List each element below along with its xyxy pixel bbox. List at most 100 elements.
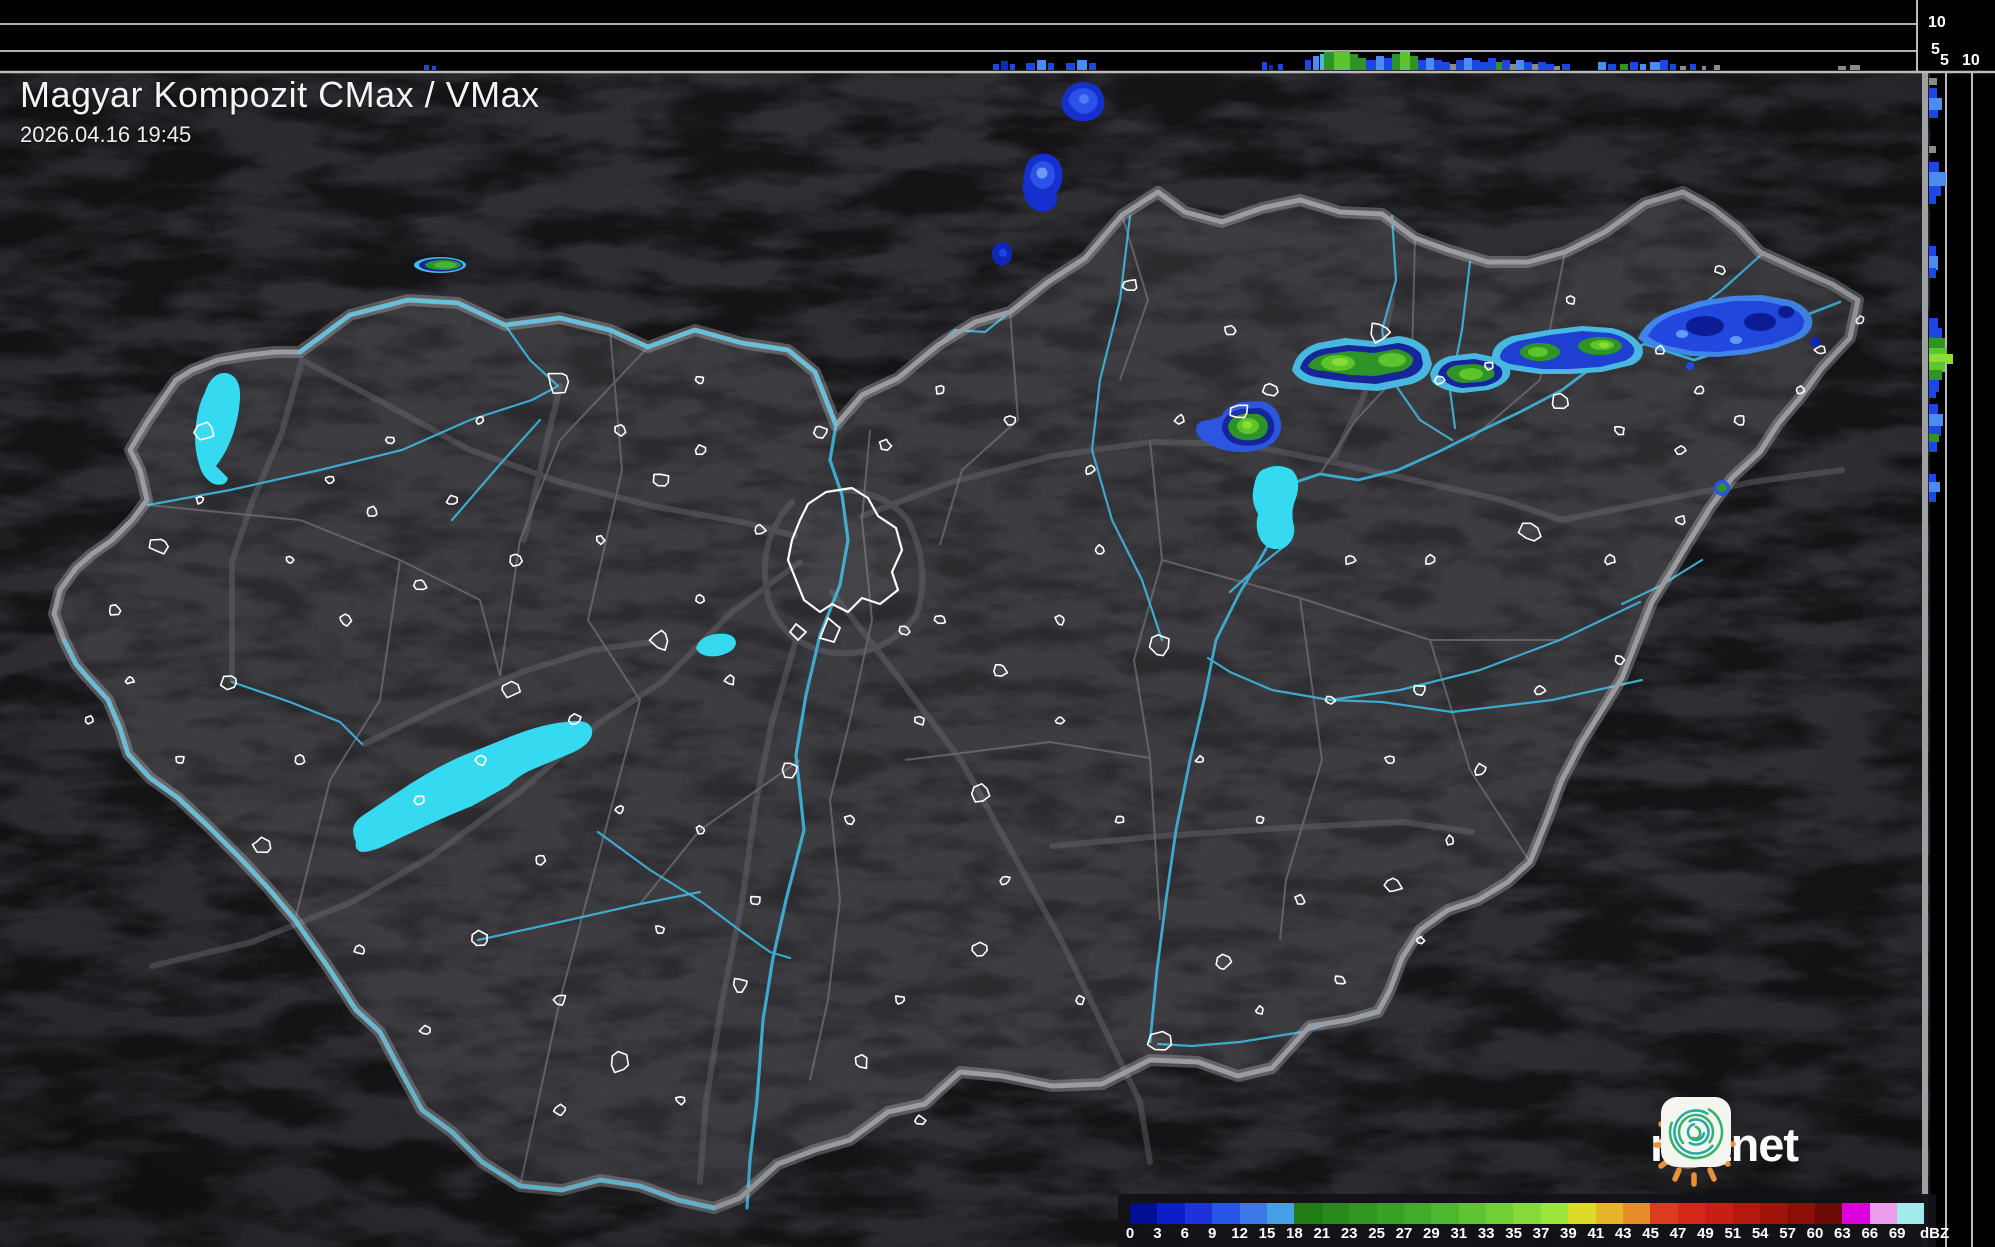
radar-echo-pixel: [1670, 64, 1676, 70]
radar-echo-pixel: [1929, 482, 1940, 492]
scale-tick-label: 33: [1477, 1225, 1495, 1242]
radar-echo-pixel: [1929, 146, 1936, 153]
radar-echo-pixel: [424, 65, 429, 70]
radar-echo-pixel: [1450, 64, 1456, 70]
scale-tick-label: 47: [1669, 1225, 1687, 1242]
radar-echo-pixel: [1434, 60, 1442, 70]
scale-color-segment: [1869, 1203, 1897, 1224]
radar-echo-pixel: [1929, 162, 1939, 172]
scale-color-segment: [1212, 1203, 1240, 1224]
radar-echo-pixel: [1358, 58, 1366, 70]
radar-echo-pixel: [1929, 268, 1936, 278]
scale-tick-label: 60: [1806, 1225, 1824, 1242]
radar-echo-pixel: [1620, 64, 1628, 70]
radar-echo-pixel: [1680, 66, 1686, 70]
dbz-scale-panel: 0 3 6 9 12 15 18 21 23 25 27 29 31 33 35 37 39 41 43 45 47 49…: [1118, 1194, 1949, 1247]
radar-echo-pixel: [1640, 64, 1646, 70]
radar-echo-pixel: [1929, 404, 1938, 414]
scale-tick-label: 41: [1587, 1225, 1605, 1242]
radar-echo-pixel: [1418, 60, 1426, 70]
scale-tick-label: dBZ: [1920, 1225, 1950, 1242]
scale-color-segment: [1732, 1203, 1760, 1224]
radar-echo-pixel: [1350, 54, 1358, 70]
scale-color-segment: [1458, 1203, 1487, 1224]
radar-echo-pixel: [1929, 246, 1936, 256]
scale-color-segment: [1403, 1203, 1432, 1224]
scale-tick-label: 35: [1505, 1225, 1522, 1242]
radar-echo-pixel: [1929, 172, 1946, 186]
radar-echo-pixel: [1929, 110, 1938, 118]
radar-echo-pixel: [1400, 52, 1410, 70]
radar-echo-pixel: [1690, 64, 1696, 70]
radar-echo-pixel: [1608, 64, 1616, 70]
scale-tick-label: 6: [1180, 1225, 1189, 1242]
scale-tick-label: 37: [1532, 1225, 1550, 1242]
top-axis-label-5: 5: [1931, 41, 1940, 58]
metnet-app-icon: [1661, 1097, 1731, 1167]
radar-echo-pixel: [1650, 62, 1660, 70]
radar-echo-pixel: [1929, 414, 1943, 426]
radar-composite-screen: Magyar Kompozit CMax / VMax 2026.04.16 1…: [0, 0, 1995, 1247]
scale-color-segment: [1130, 1203, 1158, 1224]
radar-echo-pixel: [1562, 64, 1570, 70]
scale-tick-label: 0: [1125, 1225, 1135, 1242]
radar-echo-pixel: [1929, 186, 1941, 196]
radar-echo-pixel: [1392, 54, 1400, 70]
radar-echo-pixel: [1269, 65, 1273, 70]
scale-tick-label: 27: [1395, 1225, 1413, 1242]
scale-color-segment: [1266, 1203, 1295, 1224]
scale-color-segment: [1677, 1203, 1706, 1224]
radar-echo-pixel: [1410, 56, 1418, 70]
right-axis-label-10: 10: [1962, 52, 1980, 69]
radar-echo-pixel: [1524, 62, 1532, 70]
scale-color-segment: [1623, 1203, 1651, 1224]
scale-color-segment: [1321, 1203, 1350, 1224]
radar-echo-pixel: [1929, 318, 1938, 328]
radar-echo-pixel: [1532, 64, 1538, 70]
radar-echo-pixel: [1077, 60, 1087, 70]
scale-tick-label: 49: [1697, 1225, 1714, 1242]
radar-echo-pixel: [1037, 60, 1046, 70]
radar-echo-pixel: [1660, 60, 1668, 70]
radar-echo-pixel: [1538, 62, 1546, 70]
radar-echo-pixel: [1714, 65, 1720, 70]
radar-echo-pixel: [1426, 58, 1434, 70]
scale-color-segment: [1842, 1203, 1870, 1224]
radar-echo-pixel: [1929, 492, 1936, 502]
radar-echo-pixel: [1313, 56, 1319, 70]
radar-echo-pixel: [1305, 60, 1311, 70]
scale-color-segment: [1705, 1203, 1733, 1224]
radar-echo-pixel: [1929, 370, 1942, 380]
dbz-scale-ticks: 0 3 6 9 12 15 18 21 23 25 27 29 31 33 35 37 39 41 43 45 47 49…: [1126, 1225, 1949, 1245]
scale-tick-label: 51: [1724, 1225, 1742, 1242]
radar-echo-pixel: [1510, 64, 1516, 70]
radar-echo-pixel: [1464, 58, 1472, 70]
scale-tick-label: 15: [1258, 1225, 1276, 1242]
scale-tick-label: 18: [1286, 1225, 1303, 1242]
scale-color-segment: [1431, 1203, 1459, 1224]
scale-color-segment: [1294, 1203, 1322, 1224]
radar-echo-pixel: [1850, 65, 1860, 70]
scale-tick-label: 9: [1208, 1225, 1217, 1242]
radar-echo-pixel: [1516, 60, 1524, 70]
radar-echo-pixel: [1598, 62, 1606, 70]
top-profile-strip: [0, 0, 1995, 72]
scale-tick-label: 12: [1231, 1225, 1248, 1242]
right-axis-label-5: 5: [1940, 52, 1949, 69]
radar-echo-pixel: [1048, 63, 1054, 70]
radar-echo-pixel: [1929, 78, 1937, 85]
scale-color-segment: [1376, 1203, 1404, 1224]
radar-echo-pixel: [1278, 64, 1283, 70]
scale-color-segment: [1513, 1203, 1541, 1224]
scale-tick-label: 45: [1642, 1225, 1659, 1242]
header: Magyar Kompozit CMax / VMax 2026.04.16 1…: [20, 74, 540, 148]
radar-echo-pixel: [1001, 61, 1008, 70]
scale-tick-label: 43: [1614, 1225, 1632, 1242]
scale-tick-label: 63: [1834, 1225, 1851, 1242]
scale-color-segment: [1759, 1203, 1788, 1224]
map-right-border: [1922, 72, 1928, 1247]
radar-echo-pixel: [1066, 63, 1075, 70]
radar-echo-pixel: [1026, 63, 1035, 70]
scale-color-segment: [1349, 1203, 1377, 1224]
radar-echo-pixel: [1324, 52, 1334, 70]
